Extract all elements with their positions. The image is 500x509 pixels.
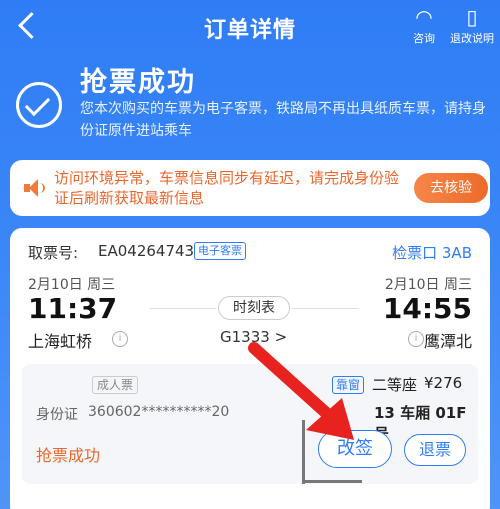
refund-rules-label: 退改说明	[450, 32, 494, 45]
success-title: 抢票成功	[80, 67, 196, 98]
ticket-price: ¥276	[424, 374, 463, 392]
id-value: 360602**********20	[88, 404, 230, 420]
departure-date: 2月10日 周三	[28, 277, 116, 293]
notice-banner: 访问环境异常，车票信息同步有延迟，请完成身份验证后刷新获取最新信息 去核验	[10, 160, 490, 216]
departure-station: 上海虹桥	[28, 332, 93, 351]
refund-button[interactable]: 退票	[404, 434, 466, 466]
arrival-station: 鹰潭北	[423, 332, 472, 351]
notice-text: 访问环境异常，车票信息同步有延迟，请完成身份验证后刷新获取最新信息	[54, 169, 400, 207]
route-line-right	[292, 308, 358, 309]
info-icon[interactable]: i	[112, 331, 128, 347]
arrival-date: 2月10日 周三	[384, 277, 472, 293]
arrival-time: 14:55	[382, 292, 472, 325]
document-icon: ▯	[466, 5, 478, 29]
red-arrow-annotation	[248, 342, 354, 440]
departure-time: 11:37	[28, 292, 118, 325]
route-line-left	[150, 308, 216, 309]
info-icon[interactable]: i	[408, 331, 424, 347]
seat-class: 二等座	[372, 376, 418, 394]
e-ticket-tag: 电子客票	[194, 242, 246, 260]
success-description: 您本次购买的车票为电子客票，铁路局不再出具纸质车票，请持身份证原件进站乘车	[80, 101, 486, 139]
refund-rules-button[interactable]: ▯ 退改说明	[444, 4, 500, 46]
verify-button[interactable]: 去核验	[414, 173, 488, 203]
timetable-button[interactable]: 时刻表	[218, 296, 290, 320]
header-bar: 订单详情 ◠ 咨询 ▯ 退改说明	[0, 0, 500, 52]
speaker-icon	[24, 179, 46, 197]
id-label: 身份证	[36, 407, 78, 423]
ticket-number-label: 取票号:	[28, 244, 79, 262]
gate-info: 检票口 3AB	[392, 244, 472, 262]
ticket-number: EA04264743	[98, 242, 195, 260]
ticket-type-tag: 成人票	[92, 376, 139, 394]
ticket-status: 抢票成功	[36, 446, 101, 465]
annotation-frame	[302, 480, 362, 483]
check-circle-icon	[16, 82, 62, 128]
